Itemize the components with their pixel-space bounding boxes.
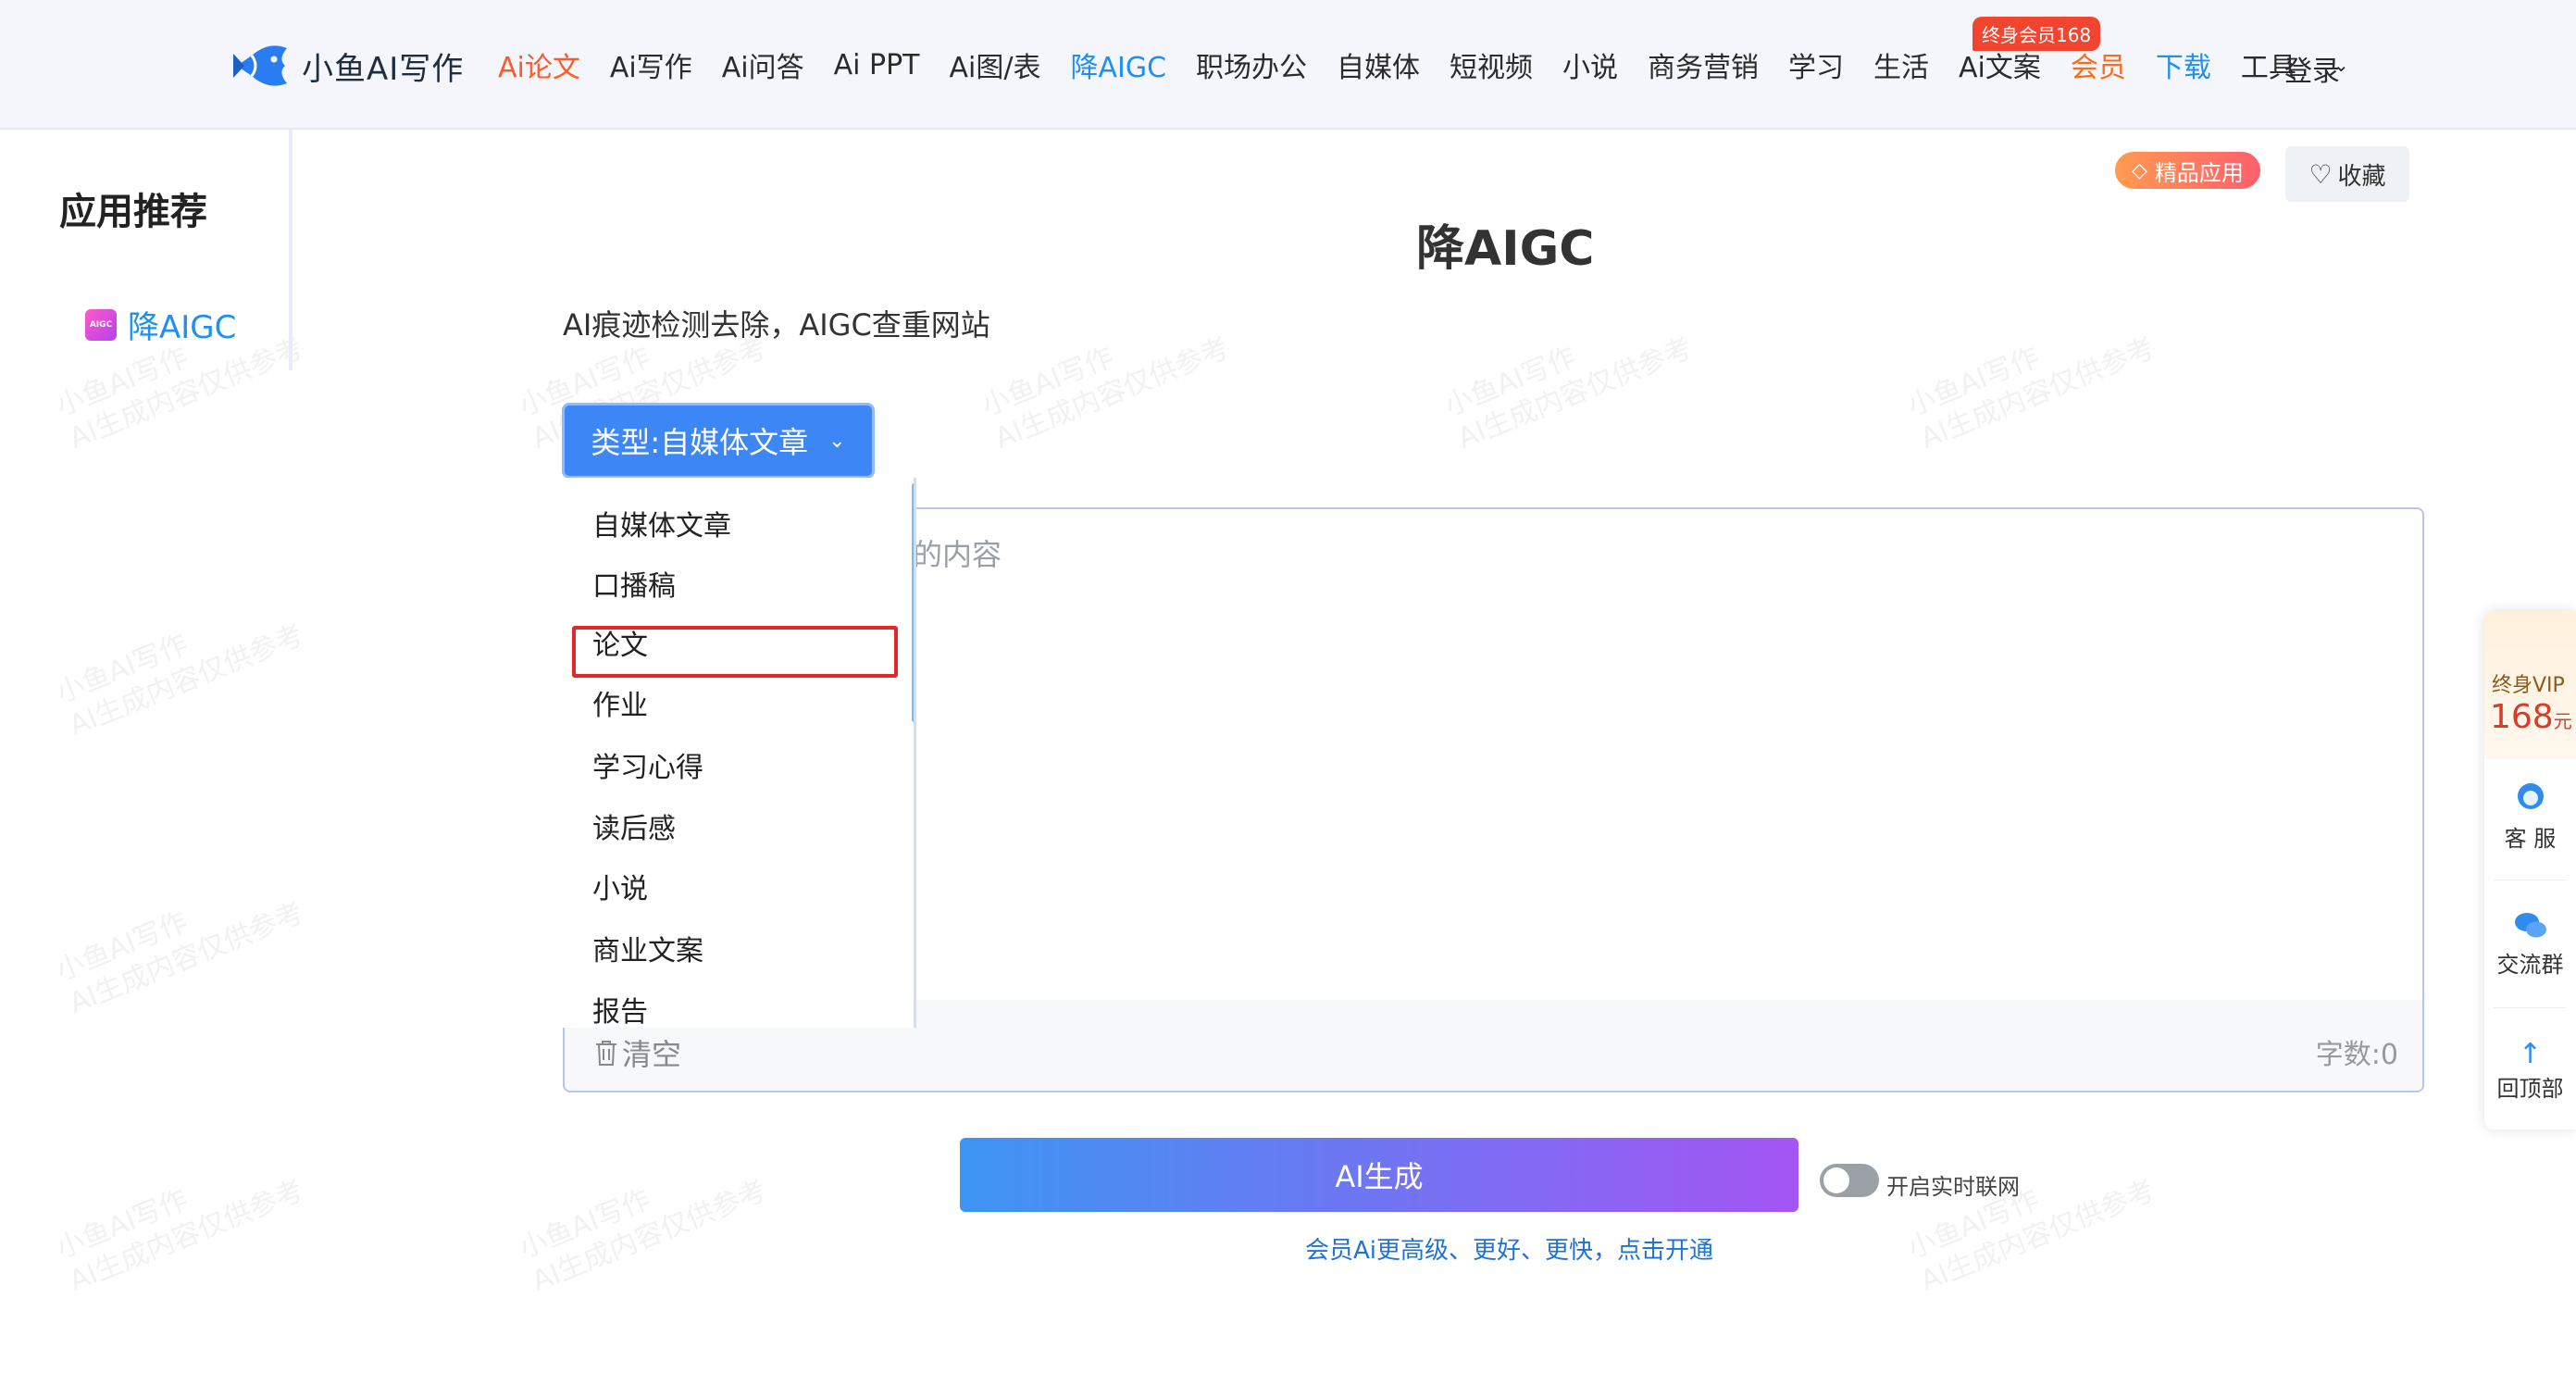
divider — [2494, 1007, 2567, 1008]
fish-logo-icon — [233, 45, 287, 86]
nav-item-1[interactable]: Ai写作 — [610, 44, 692, 85]
lifetime-vip-card[interactable]: 终身VIP 168元 — [2484, 611, 2576, 759]
clear-label: 清空 — [622, 1037, 682, 1072]
page-subtitle: AI痕迹检测去除，AIGC查重网站 — [563, 307, 990, 343]
favorite-button[interactable]: ♡ 收藏 — [2285, 146, 2409, 202]
dropdown-option[interactable]: 学习心得 — [592, 744, 703, 785]
vip-card-price: 168元 — [2490, 698, 2572, 736]
char-count: 字数:0 — [2315, 1039, 2398, 1071]
heart-icon: ♡ — [2308, 158, 2333, 190]
watermark: 小鱼AI写作AI生成内容仅供参考 — [1902, 331, 2160, 456]
dropdown-option[interactable]: 口播稿 — [592, 563, 676, 604]
sidebar-title: 应用推荐 — [59, 191, 207, 233]
nav-item-11[interactable]: 学习 — [1788, 44, 1844, 85]
nav-item-7[interactable]: 自媒体 — [1337, 44, 1420, 85]
type-select-label: 类型:自媒体文章 — [591, 425, 809, 460]
type-dropdown-menu: 自媒体文章 口播稿 论文 作业 学习心得 读后感 小说 商业文案 报告 — [562, 478, 916, 1028]
vip-upgrade-link[interactable]: 会员Ai更高级、更好、更快，点击开通 — [1305, 1231, 1713, 1266]
diamond-icon: ◇ — [2132, 158, 2147, 182]
watermark: 小鱼AI写作AI生成内容仅供参考 — [51, 1174, 309, 1298]
nav-item-5[interactable]: 降AIGC — [1070, 44, 1166, 85]
watermark: 小鱼AI写作AI生成内容仅供参考 — [514, 1174, 772, 1298]
customer-service-label: 客 服 — [2504, 826, 2557, 852]
favorite-label: 收藏 — [2337, 162, 2386, 191]
realtime-network-label: 开启实时联网 — [1886, 1174, 2020, 1200]
nav-item-0[interactable]: Ai论文 — [498, 44, 580, 85]
nav-item-12[interactable]: 生活 — [1873, 44, 1929, 85]
top-navbar: 小鱼AI写作 Ai论文 Ai写作 Ai问答 Ai PPT Ai图/表 降AIGC 职场办公自… — [0, 0, 2576, 130]
nav-item-8[interactable]: 短视频 — [1450, 44, 1533, 85]
premium-apps-button[interactable]: ◇ 精品应用 — [2115, 152, 2260, 189]
dropdown-option[interactable]: 报告 — [592, 989, 648, 1028]
nav-item-15[interactable]: 下载 — [2156, 44, 2211, 85]
editor-placeholder: 的内容 — [913, 537, 1002, 572]
nav-item-6[interactable]: 职场办公 — [1196, 44, 1307, 85]
sidebar-item-label: 降AIGC — [128, 309, 237, 346]
ai-generate-button[interactable]: AI生成 — [960, 1138, 1798, 1212]
customer-service-button[interactable]: 客 服 — [2484, 780, 2576, 853]
nav-item-3[interactable]: Ai PPT — [834, 49, 920, 81]
watermark: 小鱼AI写作AI生成内容仅供参考 — [51, 896, 309, 1020]
dropdown-option[interactable]: 读后感 — [592, 805, 676, 846]
page-title: 降AIGC — [1416, 221, 1595, 277]
headset-icon — [2517, 783, 2544, 809]
vip-card-title: 终身VIP — [2492, 674, 2565, 697]
aigc-app-icon: AIGC — [85, 308, 117, 341]
chevron-down-icon: ⌄ — [828, 429, 846, 453]
nav-item-9[interactable]: 小说 — [1562, 44, 1618, 85]
dropdown-option[interactable]: 商业文案 — [592, 928, 703, 968]
back-to-top-button[interactable]: ↑ 回顶部 — [2484, 1039, 2576, 1103]
watermark: 小鱼AI写作AI生成内容仅供参考 — [51, 618, 309, 743]
selected-option-highlight — [572, 626, 898, 678]
nav-item-2[interactable]: Ai问答 — [722, 44, 804, 85]
right-float-panel: 终身VIP 168元 客 服 交流群 ↑ 回顶部 — [2484, 611, 2576, 1130]
sidebar-item-aigc[interactable]: AIGC 降AIGC — [85, 302, 236, 347]
logo-text: 小鱼AI写作 — [302, 50, 465, 88]
nav-item-4[interactable]: Ai图/表 — [949, 44, 1040, 85]
app-recommend-sidebar: 应用推荐 AIGC 降AIGC — [0, 130, 292, 370]
wechat-icon — [2514, 913, 2546, 938]
dropdown-option[interactable]: 自媒体文章 — [592, 503, 731, 543]
login-link[interactable]: 登录 — [2284, 48, 2340, 89]
dropdown-option[interactable]: 作业 — [592, 682, 648, 723]
clear-button[interactable]: 清空 — [594, 1031, 681, 1074]
lifetime-vip-badge[interactable]: 终身会员168 — [1972, 17, 2101, 51]
group-chat-label: 交流群 — [2496, 952, 2564, 978]
group-chat-button[interactable]: 交流群 — [2484, 909, 2576, 979]
dropdown-option[interactable]: 小说 — [592, 866, 648, 906]
realtime-network-toggle[interactable] — [1820, 1164, 1879, 1197]
watermark: 小鱼AI写作AI生成内容仅供参考 — [1902, 1174, 2160, 1298]
logo[interactable]: 小鱼AI写作 — [231, 35, 464, 96]
dropdown-scrollbar[interactable] — [912, 483, 914, 722]
nav-item-10[interactable]: 商务营销 — [1648, 44, 1759, 85]
watermark: 小鱼AI写作AI生成内容仅供参考 — [977, 331, 1235, 456]
back-to-top-label: 回顶部 — [2496, 1076, 2564, 1102]
watermark: 小鱼AI写作AI生成内容仅供参考 — [1439, 331, 1698, 456]
type-select-button[interactable]: 类型:自媒体文章 ⌄ — [562, 403, 875, 479]
arrow-up-icon: ↑ — [2518, 1038, 2543, 1070]
premium-apps-label: 精品应用 — [2154, 159, 2244, 186]
trash-icon — [596, 1041, 616, 1066]
